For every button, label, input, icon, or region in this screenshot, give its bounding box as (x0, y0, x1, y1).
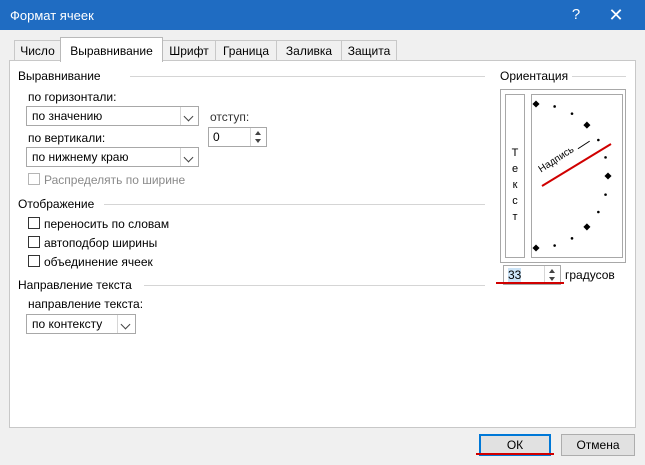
dial-ticks (532, 100, 612, 252)
window-title: Формат ячеек (10, 8, 94, 23)
indent-spin-buttons (250, 128, 266, 146)
vertical-align-value: по нижнему краю (32, 150, 129, 164)
dial-major-tick (532, 100, 540, 108)
orientation-control: Т е к с т Надпись (500, 89, 626, 263)
orientation-divider (572, 76, 626, 77)
alignment-group-label: Выравнивание (18, 69, 101, 83)
text-direction-value: по контексту (32, 317, 103, 331)
distribute-checkbox[interactable] (28, 173, 40, 185)
degrees-value: 33 (508, 268, 522, 282)
dial-minor-tick (604, 193, 607, 196)
merge-cells-checkbox[interactable] (28, 255, 40, 267)
angle-pointer (577, 140, 590, 150)
dial-text: Надпись (537, 144, 576, 175)
direction-group-label: Направление текста (18, 278, 132, 292)
text-direction-select[interactable]: по контексту (26, 314, 136, 334)
cancel-button[interactable]: Отмена (561, 434, 635, 456)
indent-value: 0 (213, 130, 220, 144)
vertical-align-select[interactable]: по нижнему краю (26, 147, 199, 167)
vertical-text-char: к (512, 179, 518, 191)
degrees-label: градусов (565, 268, 615, 282)
spin-up-icon[interactable] (251, 128, 266, 137)
spin-up-icon[interactable] (545, 266, 560, 275)
indent-label: отступ: (210, 110, 250, 124)
distribute-label: Распределять по ширине (44, 173, 186, 187)
dial-minor-tick (597, 210, 600, 214)
chevron-down-icon (180, 148, 198, 166)
red-annotation-line (496, 282, 564, 284)
merge-cells-label: объединение ячеек (44, 255, 153, 269)
display-group-label: Отображение (18, 197, 95, 211)
vertical-text-char: е (511, 163, 519, 175)
wrap-text-checkbox[interactable] (28, 217, 40, 229)
tab-alignment[interactable]: Выравнивание (60, 37, 163, 62)
dial-minor-tick (570, 237, 574, 240)
dial-major-tick (583, 121, 591, 129)
horizontal-align-value: по значению (32, 109, 103, 123)
close-button[interactable]: ✕ (601, 3, 631, 27)
horizontal-label: по горизонтали: (28, 90, 117, 104)
alignment-divider (130, 76, 485, 77)
vertical-text-char: т (512, 211, 518, 223)
chevron-down-icon (117, 315, 135, 333)
dial-minor-tick (553, 244, 556, 247)
dial-major-tick (604, 172, 612, 180)
tab-protection[interactable]: Защита (341, 40, 397, 61)
shrink-to-fit-checkbox[interactable] (28, 236, 40, 248)
vertical-label: по вертикали: (28, 131, 106, 145)
dial-minor-tick (604, 156, 607, 159)
dial-minor-tick (570, 112, 574, 115)
dial-major-tick (532, 244, 540, 252)
horizontal-align-select[interactable]: по значению (26, 106, 199, 126)
wrap-text-label: переносить по словам (44, 217, 170, 231)
tab-number[interactable]: Число (14, 40, 61, 61)
red-annotation-line (476, 453, 554, 455)
shrink-to-fit-label: автоподбор ширины (44, 236, 158, 250)
title-bar: Формат ячеек ? ✕ (0, 0, 645, 30)
tab-border[interactable]: Граница (215, 40, 277, 61)
direction-label: направление текста: (28, 297, 144, 311)
dial-minor-tick (597, 138, 600, 142)
chevron-down-icon (180, 107, 198, 125)
direction-divider (144, 285, 485, 286)
spin-down-icon[interactable] (251, 137, 266, 146)
indent-spinner[interactable]: 0 (208, 127, 267, 147)
tab-font[interactable]: Шрифт (162, 40, 216, 61)
vertical-text-button[interactable]: Т е к с т (505, 94, 525, 258)
help-button[interactable]: ? (566, 4, 586, 26)
vertical-text-char: Т (511, 147, 519, 159)
tab-fill[interactable]: Заливка (276, 40, 342, 61)
orientation-group-label: Ориентация (500, 69, 569, 83)
orientation-dial-graphic: Надпись (532, 100, 612, 252)
display-divider (104, 204, 485, 205)
vertical-text-char: с (512, 195, 518, 207)
dial-minor-tick (553, 105, 556, 108)
orientation-dial[interactable]: Надпись (531, 94, 623, 258)
dial-major-tick (583, 223, 591, 231)
